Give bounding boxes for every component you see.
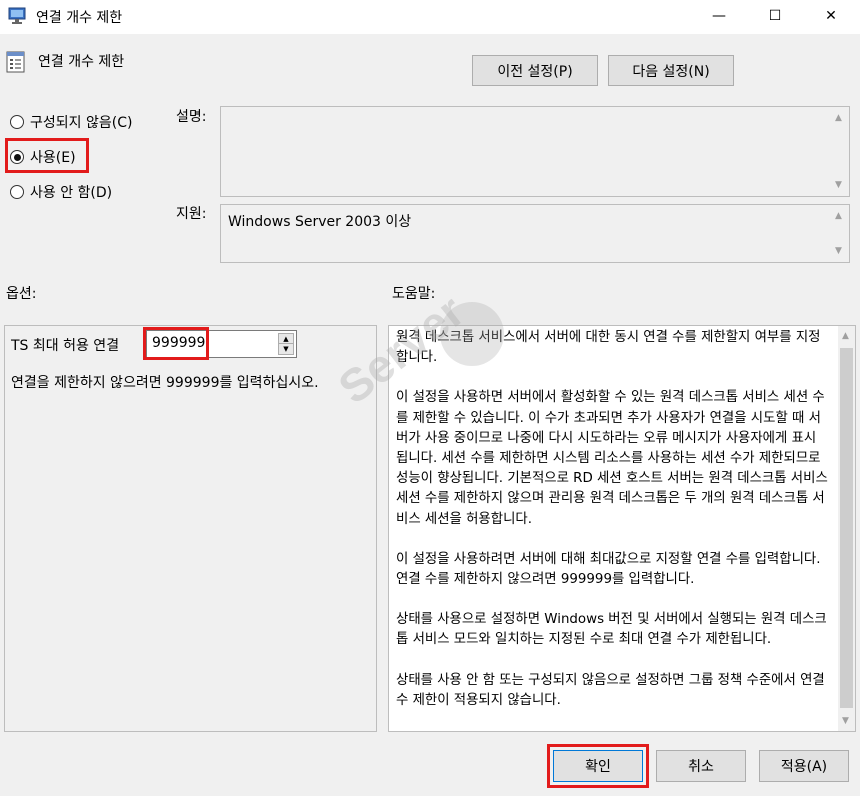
- window-title: 연결 개수 제한: [36, 10, 123, 26]
- radio-circle[interactable]: [10, 115, 24, 129]
- scroll-up-icon[interactable]: ▲: [835, 113, 842, 123]
- scroll-up-icon[interactable]: ▲: [835, 211, 842, 221]
- scroll-down-icon[interactable]: ▼: [835, 246, 842, 256]
- description-textarea[interactable]: ▲ ▼: [220, 106, 850, 197]
- help-scrollbar[interactable]: ▲ ▼: [838, 326, 855, 731]
- scrollbar[interactable]: ▲ ▼: [831, 205, 849, 262]
- help-text: 원격 데스크톱 서비스에서 서버에 대한 동시 연결 수를 제한할지 여부를 지…: [396, 328, 828, 731]
- max-connections-label: TS 최대 허용 연결: [11, 338, 120, 354]
- supported-on-text: Windows Server 2003 이상: [228, 214, 412, 230]
- scrollbar-thumb[interactable]: [840, 348, 853, 708]
- close-button[interactable]: ✕: [808, 0, 854, 32]
- next-setting-button[interactable]: 다음 설정(N): [608, 55, 734, 86]
- radio-label: 사용 안 함(D): [30, 185, 113, 201]
- radio-label: 구성되지 않음(C): [30, 115, 133, 131]
- highlight-box: [5, 138, 89, 173]
- options-label: 옵션:: [6, 286, 37, 302]
- spin-up-icon[interactable]: ▲: [279, 334, 293, 344]
- help-paragraph: 이 설정을 사용하려면 서버에 대해 최대값으로 지정할 연결 수를 입력합니다…: [396, 551, 821, 588]
- apply-button[interactable]: 적용(A): [759, 750, 849, 782]
- scroll-up-icon[interactable]: ▲: [842, 331, 849, 341]
- radio-disabled[interactable]: 사용 안 함(D): [10, 182, 112, 202]
- help-paragraph: 이 설정을 사용하면 서버에서 활성화할 수 있는 원격 데스크톱 서비스 세션…: [396, 390, 828, 527]
- supported-on-label: 지원:: [176, 206, 207, 222]
- spinner[interactable]: ▲ ▼: [278, 333, 294, 355]
- supported-on-box: Windows Server 2003 이상 ▲ ▼: [220, 204, 850, 263]
- description-label: 설명:: [176, 109, 207, 125]
- title-bar: 연결 개수 제한 — ☐ ✕: [0, 0, 860, 34]
- policy-setting-icon: [6, 51, 25, 73]
- highlight-box: [143, 327, 209, 360]
- highlight-box: [547, 744, 649, 788]
- maximize-button[interactable]: ☐: [752, 0, 798, 32]
- help-paragraph: 상태를 사용 안 함 또는 구성되지 않음으로 설정하면 그룹 정책 수준에서 …: [396, 672, 825, 708]
- previous-setting-button[interactable]: 이전 설정(P): [472, 55, 598, 86]
- options-hint-text: 연결을 제한하지 않으려면 999999를 입력하십시오.: [11, 375, 319, 391]
- minimize-button[interactable]: —: [696, 0, 742, 32]
- scroll-down-icon[interactable]: ▼: [835, 180, 842, 190]
- spin-down-icon[interactable]: ▼: [279, 344, 293, 354]
- scroll-down-icon[interactable]: ▼: [842, 716, 849, 726]
- radio-circle[interactable]: [10, 185, 24, 199]
- help-paragraph: 상태를 사용으로 설정하면 Windows 버전 및 서버에서 실행되는 원격 …: [396, 612, 827, 648]
- setting-title: 연결 개수 제한: [38, 54, 125, 70]
- monitor-icon: [8, 7, 26, 24]
- scrollbar[interactable]: ▲ ▼: [831, 107, 849, 196]
- cancel-button[interactable]: 취소: [656, 750, 746, 782]
- radio-not-configured[interactable]: 구성되지 않음(C): [10, 112, 132, 132]
- help-panel[interactable]: 원격 데스크톱 서비스에서 서버에 대한 동시 연결 수를 제한할지 여부를 지…: [388, 325, 856, 732]
